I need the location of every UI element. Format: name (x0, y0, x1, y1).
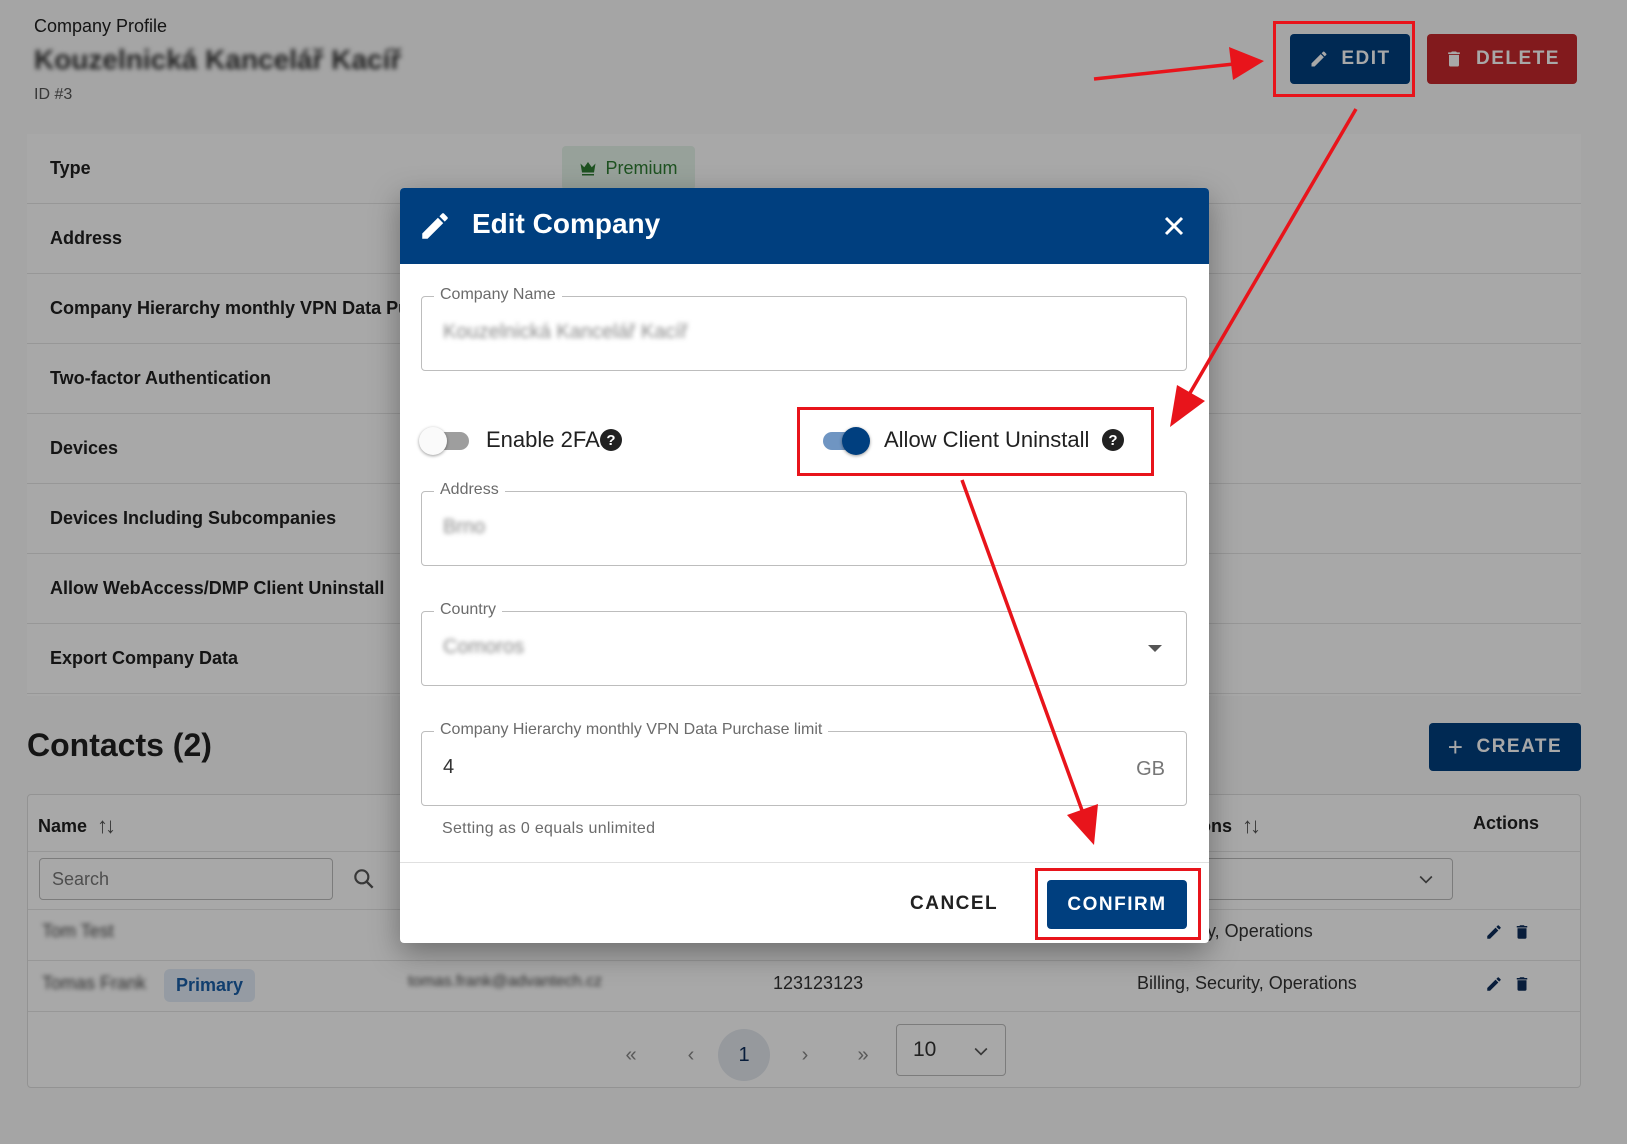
edit-company-dialog: Edit Company Company Name Kouzelnická Ka… (400, 188, 1209, 943)
address-label: Address (434, 481, 505, 499)
company-name-value: Kouzelnická Kancelář Kacíř (443, 321, 688, 343)
country-label: Country (434, 601, 503, 619)
cancel-button[interactable]: CANCEL (910, 893, 998, 915)
company-name-field[interactable]: Company Name Kouzelnická Kancelář Kacíř (421, 286, 1187, 371)
country-select[interactable]: Country Comoros (421, 601, 1187, 686)
annotation-box-allow-uninstall (797, 407, 1154, 476)
vpn-limit-field[interactable]: Company Hierarchy monthly VPN Data Purch… (421, 721, 1187, 806)
pencil-icon (422, 213, 448, 239)
address-field[interactable]: Address Brno (421, 481, 1187, 566)
enable-2fa-toggle[interactable] (419, 425, 469, 455)
dialog-header: Edit Company (400, 188, 1209, 264)
vpn-limit-value: 4 (443, 756, 455, 778)
company-name-label: Company Name (434, 286, 562, 304)
vpn-limit-label: Company Hierarchy monthly VPN Data Purch… (434, 721, 829, 739)
vpn-unit: GB (1136, 758, 1165, 780)
help-icon[interactable]: ? (600, 429, 622, 451)
dialog-title: Edit Company (472, 208, 661, 239)
annotation-box-confirm (1035, 868, 1201, 940)
annotation-box-edit (1273, 21, 1415, 97)
close-icon[interactable] (1162, 214, 1186, 238)
vpn-helper-text: Setting as 0 equals unlimited (442, 820, 656, 837)
address-value: Brno (443, 516, 486, 538)
country-value: Comoros (443, 636, 525, 658)
dropdown-arrow-icon (1148, 645, 1162, 652)
enable-2fa-label: Enable 2FA (486, 427, 600, 452)
dialog-actions-divider (400, 862, 1209, 863)
